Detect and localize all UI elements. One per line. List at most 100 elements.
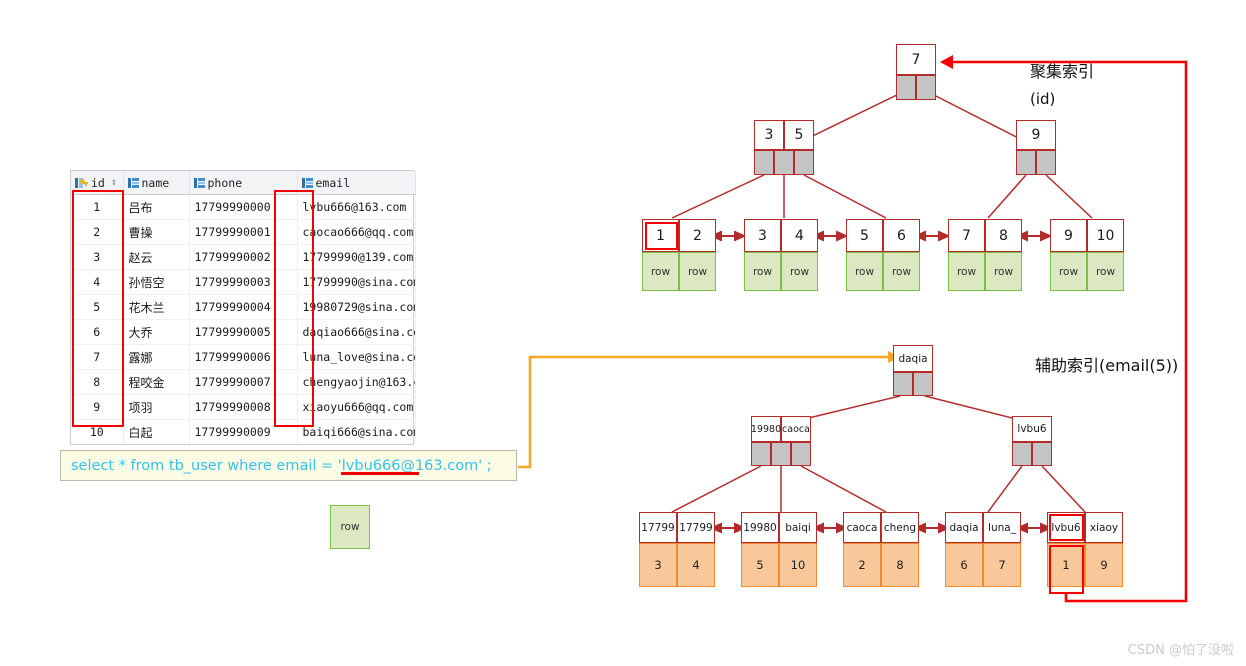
leaf-id-cell: 9 — [1085, 543, 1123, 587]
node-pointer — [896, 75, 916, 100]
leaf-id-cell: 5 — [741, 543, 779, 587]
clustered-index-key-label: (id) — [1030, 90, 1056, 108]
node-pointer — [1016, 150, 1036, 175]
sort-indicator-icon[interactable]: ↕ — [111, 177, 117, 188]
watermark: CSDN @怕了没啦 — [1127, 643, 1234, 658]
leaf-row-cell: row — [1050, 252, 1087, 291]
leaf-key: 17799 — [677, 512, 715, 543]
cell-name: 孙悟空 — [123, 269, 190, 295]
leaf-key: 5 — [846, 219, 883, 252]
node-pointer — [791, 442, 811, 466]
column-header-name[interactable]: name — [123, 171, 190, 195]
secondary-leaf-node[interactable]: 17799 17799 3 4 — [639, 512, 715, 587]
secondary-leaf-node[interactable]: caoca cheng 2 8 — [843, 512, 919, 587]
node-pointer — [913, 372, 933, 396]
leaf-row-cell: row — [744, 252, 781, 291]
node-pointer — [751, 442, 771, 466]
clustered-root-node[interactable]: 7 — [896, 44, 936, 100]
node-pointer — [1012, 442, 1032, 466]
node-pointer — [771, 442, 791, 466]
node-key: daqia — [893, 345, 933, 372]
sql-statement-box[interactable]: select * from tb_user where email = 'lvb… — [60, 450, 517, 481]
leaf-key: baiqi — [779, 512, 817, 543]
cell-email: chengyaojin@163.com — [297, 369, 416, 395]
clustered-index-label: 聚集索引 — [1030, 62, 1095, 81]
leaf-key: 7 — [948, 219, 985, 252]
cell-name: 白起 — [123, 419, 190, 444]
highlight-secondary-key-lvbu6 — [1049, 514, 1084, 541]
secondary-index-label: 辅助索引(email(5)) — [1035, 356, 1179, 375]
secondary-root-node[interactable]: daqia — [893, 345, 933, 396]
cell-email: caocao666@qq.com — [297, 219, 416, 245]
cell-name: 赵云 — [123, 244, 190, 270]
clustered-leaf-node[interactable]: 5 6 row row — [846, 219, 920, 291]
column-label-email: email — [315, 175, 351, 190]
column-grid-icon — [301, 177, 313, 188]
node-key: 5 — [784, 120, 814, 150]
leaf-key: 3 — [744, 219, 781, 252]
leaf-key: 17799 — [639, 512, 677, 543]
leaf-key: luna_ — [983, 512, 1021, 543]
cell-email: luna_love@sina.com — [297, 344, 416, 370]
node-pointer — [1036, 150, 1056, 175]
cell-name: 露娜 — [123, 344, 190, 370]
column-label-name: name — [141, 175, 170, 190]
highlight-secondary-id-1 — [1049, 545, 1084, 594]
node-key: 7 — [896, 44, 936, 75]
leaf-row-cell: row — [679, 252, 716, 291]
leaf-key: cheng — [881, 512, 919, 543]
leaf-id-cell: 6 — [945, 543, 983, 587]
clustered-internal-node-right[interactable]: 9 — [1016, 120, 1056, 175]
secondary-internal-node-left[interactable]: 19980 caoca — [751, 416, 811, 466]
secondary-leaf-node[interactable]: daqia luna_ 6 7 — [945, 512, 1021, 587]
primary-key-icon — [75, 177, 88, 188]
node-pointer — [1032, 442, 1052, 466]
leaf-key: caoca — [843, 512, 881, 543]
leaf-row-cell: row — [948, 252, 985, 291]
clustered-leaf-node[interactable]: 9 10 row row — [1050, 219, 1124, 291]
leaf-key: 8 — [985, 219, 1022, 252]
leaf-key: xiaoy — [1085, 512, 1123, 543]
sql-value-underline — [341, 472, 419, 475]
node-pointer — [774, 150, 794, 175]
column-label-phone: phone — [207, 175, 243, 190]
leaf-key: 6 — [883, 219, 920, 252]
node-key: caoca — [781, 416, 811, 442]
leaf-key: 9 — [1050, 219, 1087, 252]
leaf-key: daqia — [945, 512, 983, 543]
leaf-id-cell: 10 — [779, 543, 817, 587]
cell-email: 19980729@sina.com — [297, 294, 416, 320]
leaf-key: 2 — [679, 219, 716, 252]
leaf-id-cell: 4 — [677, 543, 715, 587]
highlight-email-prefix-column — [274, 190, 314, 427]
secondary-leaf-node[interactable]: 19980 baiqi 5 10 — [741, 512, 817, 587]
node-key: lvbu6 — [1012, 416, 1052, 442]
leaf-row-cell: row — [1087, 252, 1124, 291]
leaf-key: 4 — [781, 219, 818, 252]
row-label: row — [340, 521, 360, 533]
cell-email: daqiao666@sina.com — [297, 319, 416, 345]
cell-name: 大乔 — [123, 319, 190, 345]
highlight-id-column — [72, 190, 124, 427]
secondary-internal-node-right[interactable]: lvbu6 — [1012, 416, 1052, 466]
leaf-row-cell: row — [985, 252, 1022, 291]
clustered-internal-node-left[interactable]: 3 5 — [754, 120, 814, 175]
column-grid-icon — [127, 177, 139, 188]
leaf-row-cell: row — [642, 252, 679, 291]
clustered-leaf-node[interactable]: 7 8 row row — [948, 219, 1022, 291]
column-header-email[interactable]: email — [297, 171, 416, 195]
clustered-leaf-node[interactable]: 3 4 row row — [744, 219, 818, 291]
leaf-id-cell: 7 — [983, 543, 1021, 587]
highlight-clustered-key-1 — [645, 222, 678, 250]
leaf-row-cell: row — [883, 252, 920, 291]
node-pointer — [754, 150, 774, 175]
cell-name: 项羽 — [123, 394, 190, 420]
sql-text: select * from tb_user where email = 'lvb… — [71, 457, 492, 474]
single-row-box: row — [330, 505, 370, 549]
leaf-id-cell: 8 — [881, 543, 919, 587]
cell-email: xiaoyu666@qq.com — [297, 394, 416, 420]
cell-email: 17799990@139.com — [297, 244, 416, 270]
node-pointer — [916, 75, 936, 100]
leaf-row-cell: row — [846, 252, 883, 291]
leaf-id-cell: 3 — [639, 543, 677, 587]
